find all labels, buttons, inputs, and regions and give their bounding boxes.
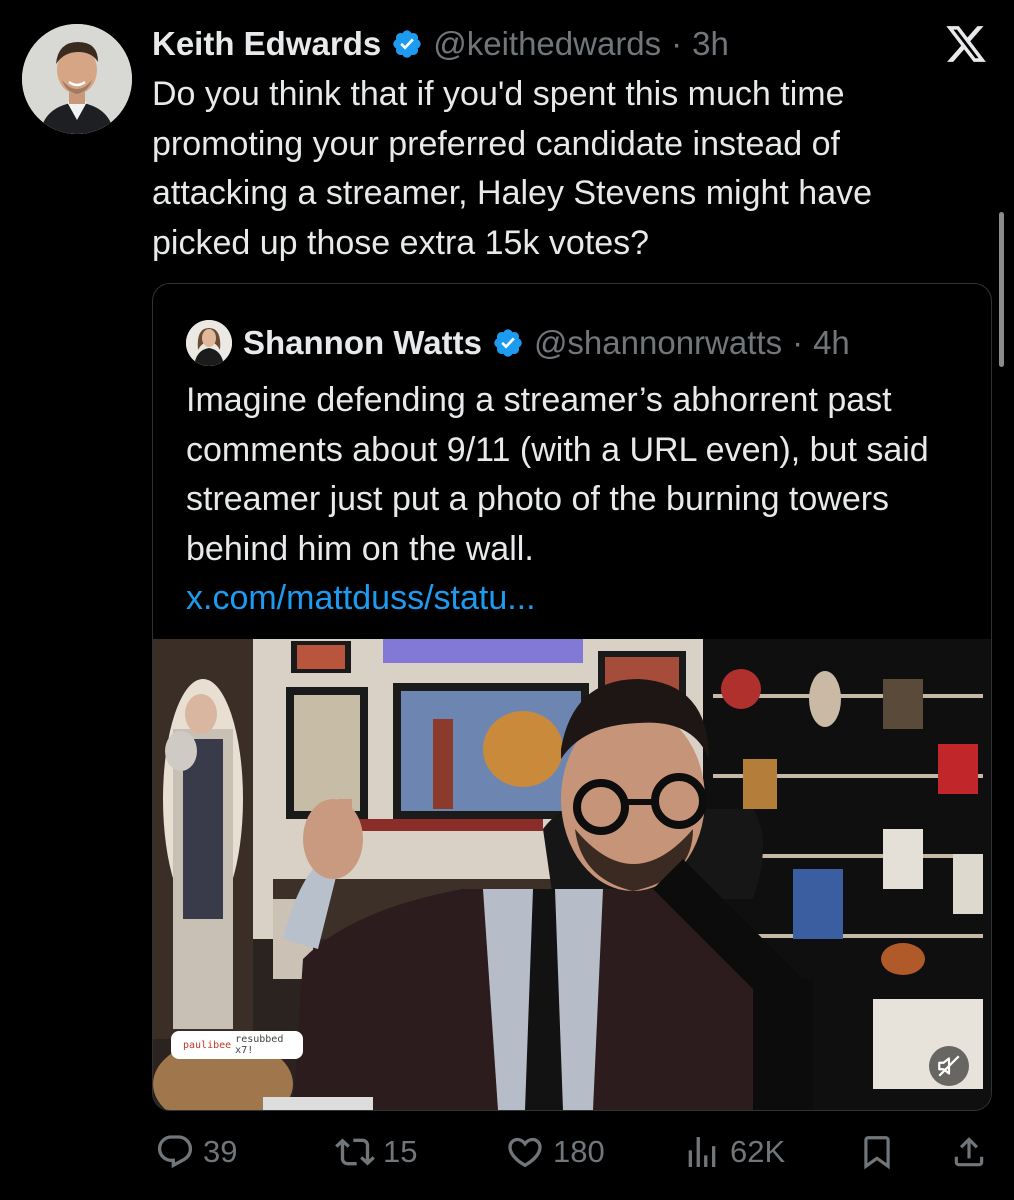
quoted-tweet-body: Imagine defending a streamer’s abhorrent…: [186, 376, 976, 624]
quoted-tweet-link[interactable]: x.com/mattduss/statu...: [186, 574, 976, 624]
quoted-author-handle[interactable]: @shannonrwatts: [534, 324, 782, 362]
bookmark-icon: [864, 1136, 890, 1170]
author-name[interactable]: Keith Edwards: [152, 25, 381, 63]
repost-count: 15: [383, 1134, 418, 1169]
muted-speaker-icon[interactable]: [929, 1046, 969, 1086]
chat-overlay-text: resubbed x7!: [235, 1034, 284, 1056]
chat-overlay-user: paulibee: [183, 1039, 232, 1051]
quoted-author-name[interactable]: Shannon Watts: [243, 324, 482, 362]
share-button[interactable]: [950, 1130, 988, 1174]
reply-icon: [157, 1135, 193, 1169]
share-icon: [954, 1137, 984, 1167]
heart-icon: [508, 1137, 542, 1168]
quoted-tweet-card[interactable]: Shannon Watts @shannonrwatts · 4h Imagin…: [152, 283, 992, 1111]
author-handle[interactable]: @keithedwards: [433, 25, 661, 63]
quoted-tweet-timestamp[interactable]: 4h: [813, 324, 850, 362]
view-count: 62K: [730, 1134, 786, 1169]
quoted-tweet-video[interactable]: paulibee resubbed x7!: [153, 639, 991, 1110]
like-count: 180: [553, 1134, 605, 1169]
scrollbar-thumb[interactable]: [999, 212, 1004, 367]
separator-dot: ·: [671, 25, 683, 62]
bookmark-button[interactable]: [858, 1130, 896, 1174]
repost-icon: [335, 1138, 375, 1166]
verified-badge-icon: [492, 327, 524, 359]
x-logo-icon[interactable]: [944, 22, 988, 66]
tweet-header: Keith Edwards @keithedwards · 3h: [152, 22, 729, 66]
like-button[interactable]: 180: [505, 1130, 605, 1174]
quoted-tweet-header: Shannon Watts @shannonrwatts · 4h: [243, 320, 850, 366]
tweet-timestamp[interactable]: 3h: [692, 25, 729, 63]
tweet-action-bar: 39 15 180 62K: [0, 1120, 1014, 1184]
reply-count: 39: [203, 1134, 238, 1169]
verified-badge-icon: [391, 28, 423, 60]
quoted-author-avatar[interactable]: [186, 320, 232, 366]
separator-dot: ·: [792, 324, 804, 361]
quoted-tweet-text: Imagine defending a streamer’s abhorrent…: [186, 381, 929, 568]
reply-button[interactable]: 39: [155, 1130, 237, 1174]
stream-chat-overlay: paulibee resubbed x7!: [171, 1031, 303, 1059]
tweet-text: Do you think that if you'd spent this mu…: [152, 75, 873, 262]
views-icon: [688, 1137, 716, 1167]
repost-button[interactable]: 15: [335, 1130, 417, 1174]
author-avatar[interactable]: [22, 24, 132, 134]
views-button[interactable]: 62K: [682, 1130, 785, 1174]
